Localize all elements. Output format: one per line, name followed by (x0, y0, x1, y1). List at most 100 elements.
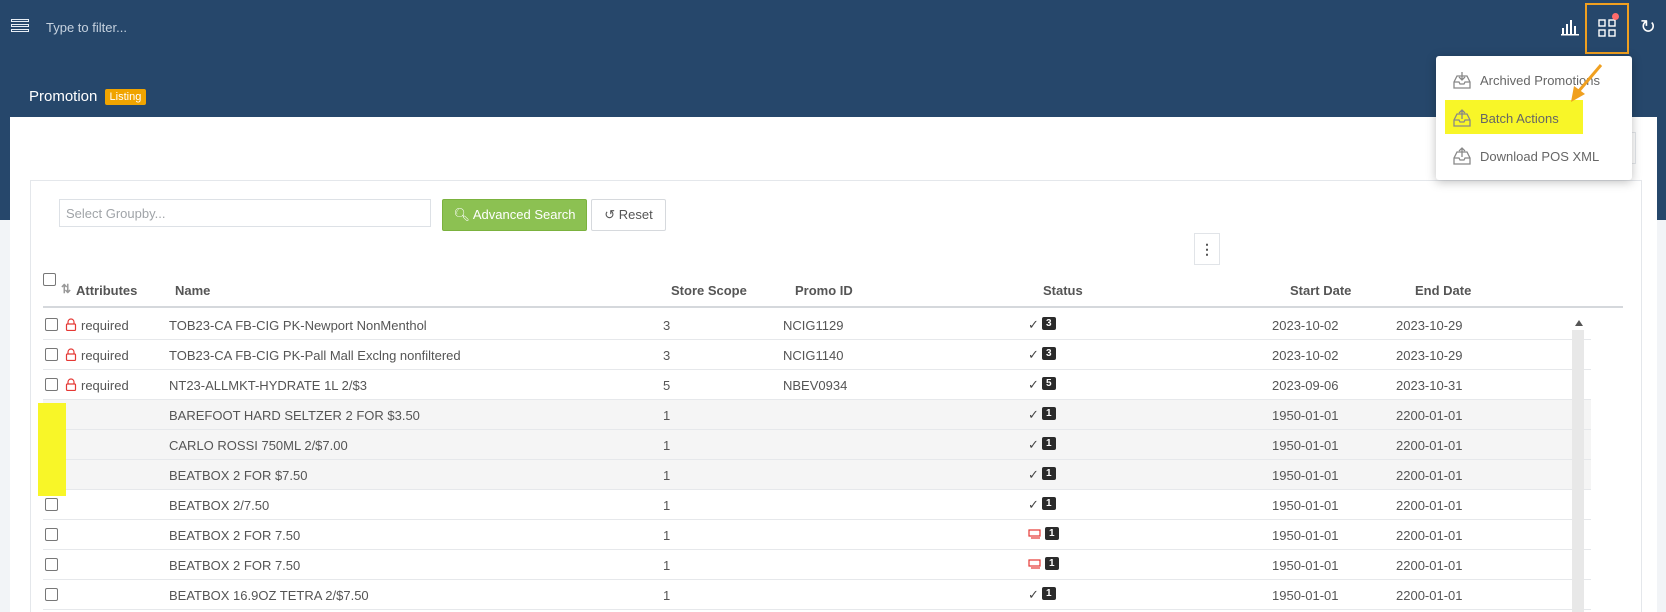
row-checkbox[interactable] (45, 348, 58, 361)
select-all-checkbox[interactable] (43, 273, 56, 286)
header-name[interactable]: Name (175, 283, 210, 298)
page-title: Promotion Listing (29, 88, 147, 105)
row-store-scope: 1 (663, 558, 671, 573)
status-count: 1 (1042, 437, 1056, 450)
status-check-icon: ✓ (1028, 377, 1039, 392)
table-row[interactable]: BEATBOX 2 FOR 7.50 1 1 1950-01-01 2200-01-01 (43, 520, 1591, 550)
row-promo-id: NCIG1129 (783, 318, 844, 333)
annotation-arrow-icon (1571, 64, 1603, 102)
row-end-date: 2200-01-01 (1396, 438, 1463, 453)
lock-icon (65, 318, 77, 331)
row-attribute: required (81, 348, 129, 363)
row-name[interactable]: CARLO ROSSI 750ML 2/$7.00 (169, 438, 348, 453)
row-checkbox[interactable] (45, 588, 58, 601)
row-name[interactable]: TOB23-CA FB-CIG PK-Pall Mall Exclng nonf… (169, 348, 461, 363)
table-row[interactable]: BEATBOX 2/7.50 1 ✓ 1 1950-01-01 2200-01-01 (43, 490, 1591, 520)
hamburger-icon[interactable] (11, 19, 29, 35)
filter-input[interactable] (46, 16, 446, 38)
sort-icon[interactable]: ⇅ (61, 282, 71, 296)
archive-download-icon (1453, 72, 1471, 89)
archive-upload-icon (1453, 147, 1471, 165)
row-attribute: required (81, 378, 129, 393)
row-store-scope: 3 (663, 348, 671, 363)
table-row[interactable]: ✓CARLO ROSSI 750ML 2/$7.001✓11950-01-012… (43, 430, 1591, 460)
undo-icon: ↺ (604, 207, 616, 222)
row-name[interactable]: BEATBOX 16.9OZ TETRA 2/$7.50 (169, 588, 369, 603)
header-promo-id[interactable]: Promo ID (795, 283, 853, 298)
row-store-scope: 3 (663, 318, 671, 333)
row-checkbox[interactable] (45, 528, 58, 541)
row-name[interactable]: BEATBOX 2 FOR 7.50 (169, 558, 300, 573)
row-end-date: 2023-10-31 (1396, 378, 1463, 393)
row-start-date: 2023-10-02 (1272, 318, 1339, 333)
status-check-icon: ✓ (1028, 587, 1039, 602)
bar-chart-icon[interactable] (1560, 18, 1580, 38)
row-checkbox[interactable] (45, 498, 58, 511)
row-name[interactable]: TOB23-CA FB-CIG PK-Newport NonMenthol (169, 318, 427, 333)
status-check-icon: ✓ (1028, 467, 1039, 482)
row-name[interactable]: BAREFOOT HARD SELTZER 2 FOR $3.50 (169, 408, 420, 423)
row-name[interactable]: BEATBOX 2 FOR $7.50 (169, 468, 307, 483)
header-attributes[interactable]: Attributes (76, 283, 137, 298)
row-start-date: 2023-09-06 (1272, 378, 1339, 393)
row-checkbox[interactable] (45, 318, 58, 331)
header-start-date[interactable]: Start Date (1290, 283, 1351, 298)
table-row[interactable]: required TOB23-CA FB-CIG PK-Newport NonMe… (43, 310, 1591, 340)
status-error-icon (1028, 559, 1041, 569)
row-end-date: 2023-10-29 (1396, 318, 1463, 333)
row-store-scope: 5 (663, 378, 671, 393)
reset-button[interactable]: ↺ Reset (591, 199, 666, 231)
row-end-date: 2200-01-01 (1396, 468, 1463, 483)
row-name[interactable]: BEATBOX 2 FOR 7.50 (169, 528, 300, 543)
checkbox-highlight (38, 403, 66, 496)
row-promo-id: NCIG1140 (783, 348, 844, 363)
status-count: 1 (1042, 407, 1056, 420)
advanced-search-button[interactable]: 🔍︎ Advanced Search (442, 199, 587, 231)
status-check-icon: ✓ (1028, 317, 1039, 332)
row-name[interactable]: NT23-ALLMKT-HYDRATE 1L 2/$3 (169, 378, 367, 393)
lock-icon (65, 378, 77, 391)
column-menu-icon[interactable]: ⋮ (1194, 233, 1220, 265)
table-row[interactable]: BEATBOX 2 FOR 7.50 1 1 1950-01-01 2200-01-01 (43, 550, 1591, 580)
status-count: 1 (1045, 527, 1059, 540)
row-start-date: 1950-01-01 (1272, 558, 1339, 573)
table-row[interactable]: BEATBOX 16.9OZ TETRA 2/$7.50 1 ✓ 1 1950-01-0… (43, 580, 1591, 610)
status-check-icon: ✓ (1028, 347, 1039, 362)
header-store-scope[interactable]: Store Scope (671, 283, 747, 298)
row-start-date: 1950-01-01 (1272, 468, 1339, 483)
table-row[interactable]: ✓BEATBOX 2 FOR $7.501✓11950-01-012200-01… (43, 460, 1591, 490)
status-count: 1 (1042, 587, 1056, 600)
reset-label: Reset (618, 207, 653, 222)
row-attribute: required (81, 318, 129, 333)
scroll-up-icon[interactable] (1575, 320, 1583, 326)
search-icon: 🔍︎ (453, 207, 470, 222)
header-end-date[interactable]: End Date (1415, 283, 1471, 298)
row-start-date: 1950-01-01 (1272, 498, 1339, 513)
row-start-date: 1950-01-01 (1272, 588, 1339, 603)
groupby-select[interactable] (59, 199, 431, 227)
refresh-icon[interactable]: ↻ (1638, 18, 1658, 38)
status-count: 1 (1045, 557, 1059, 570)
menu-item-label: Batch Actions (1480, 111, 1559, 126)
row-checkbox[interactable] (45, 558, 58, 571)
status-check-icon: ✓ (1028, 437, 1039, 452)
row-store-scope: 1 (663, 528, 671, 543)
status-error-icon (1028, 529, 1041, 539)
row-promo-id: NBEV0934 (783, 378, 848, 393)
grid-icon[interactable] (1585, 3, 1629, 54)
row-store-scope: 1 (663, 498, 671, 513)
main-card: 🔍︎ Advanced Search ↺ Reset ⋮ ⇅ Attribute… (10, 117, 1657, 612)
header-status[interactable]: Status (1043, 283, 1083, 298)
row-start-date: 1950-01-01 (1272, 408, 1339, 423)
table-row[interactable]: required TOB23-CA FB-CIG PK-Pall Mall Exc… (43, 340, 1591, 370)
table-row[interactable]: required NT23-ALLMKT-HYDRATE 1L 2/$3 5 NBEV… (43, 370, 1591, 400)
row-checkbox[interactable] (45, 378, 58, 391)
page-title-text: Promotion (29, 88, 98, 105)
row-end-date: 2200-01-01 (1396, 498, 1463, 513)
table-scrollbar[interactable] (1572, 330, 1584, 612)
table-row[interactable]: ✓BAREFOOT HARD SELTZER 2 FOR $3.501✓1195… (43, 400, 1591, 430)
lock-icon (65, 348, 77, 361)
row-start-date: 2023-10-02 (1272, 348, 1339, 363)
row-name[interactable]: BEATBOX 2/7.50 (169, 498, 269, 513)
row-start-date: 1950-01-01 (1272, 438, 1339, 453)
